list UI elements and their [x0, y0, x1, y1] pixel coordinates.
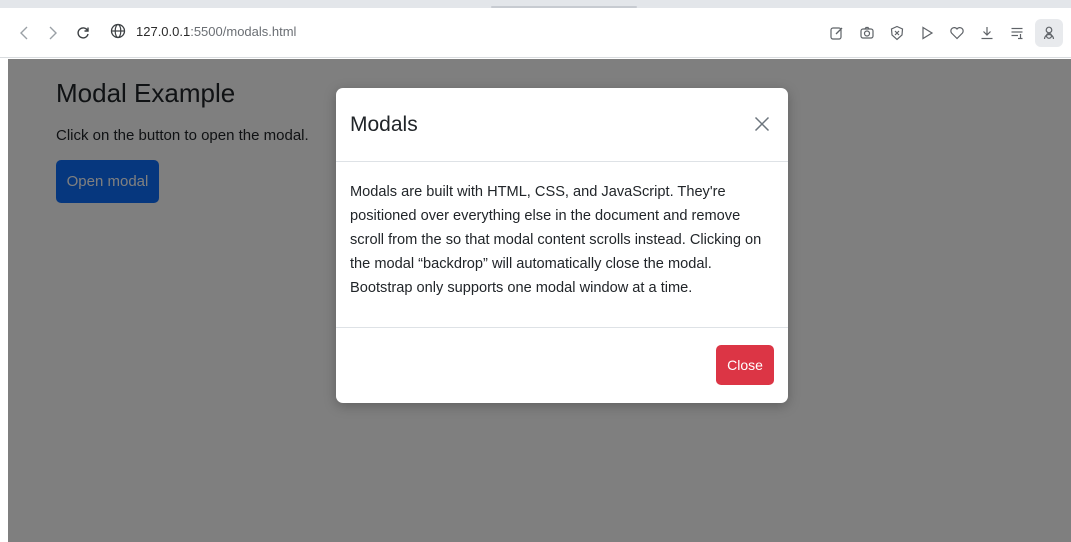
modal-footer: Close — [336, 327, 788, 403]
close-icon[interactable] — [750, 112, 774, 136]
close-button[interactable]: Close — [716, 345, 774, 385]
modal-body-line: Bootstrap only supports one modal window… — [350, 280, 693, 296]
url-host: 127.0.0.1 — [136, 24, 191, 39]
window-top-strip — [0, 0, 1071, 8]
back-icon[interactable] — [14, 23, 34, 43]
reload-icon[interactable] — [73, 23, 93, 43]
page-viewport: Modal Example Click on the button to ope… — [8, 59, 1071, 542]
modal-body-line: the modal “backdrop” will automatically … — [350, 256, 712, 272]
modal-header: Modals — [336, 88, 788, 162]
modal-body-line: Modals are built with HTML, CSS, and Jav… — [350, 184, 726, 200]
forward-icon[interactable] — [43, 23, 63, 43]
heart-icon[interactable] — [945, 21, 969, 45]
toolbar-actions — [825, 19, 1063, 47]
edit-icon[interactable] — [825, 21, 849, 45]
site-info-icon[interactable] — [110, 23, 128, 41]
url-path: :5500/modals.html — [190, 24, 297, 39]
modal-title: Modals — [350, 113, 418, 136]
modal-body-line: scroll from the so that modal content sc… — [350, 232, 762, 248]
modal-body: Modals are built with HTML, CSS, and Jav… — [350, 180, 775, 300]
profile-icon[interactable] — [1035, 19, 1063, 47]
shield-icon[interactable] — [885, 21, 909, 45]
download-icon[interactable] — [975, 21, 999, 45]
browser-toolbar: 127.0.0.1:5500/modals.html — [0, 8, 1071, 58]
modal-dialog: Modals Modals are built with HTML, CSS, … — [336, 88, 788, 403]
camera-icon[interactable] — [855, 21, 879, 45]
play-icon[interactable] — [915, 21, 939, 45]
address-bar[interactable]: 127.0.0.1:5500/modals.html — [136, 24, 296, 39]
modal-body-line: positioned over everything else in the d… — [350, 208, 741, 224]
reading-list-icon[interactable] — [1005, 21, 1029, 45]
